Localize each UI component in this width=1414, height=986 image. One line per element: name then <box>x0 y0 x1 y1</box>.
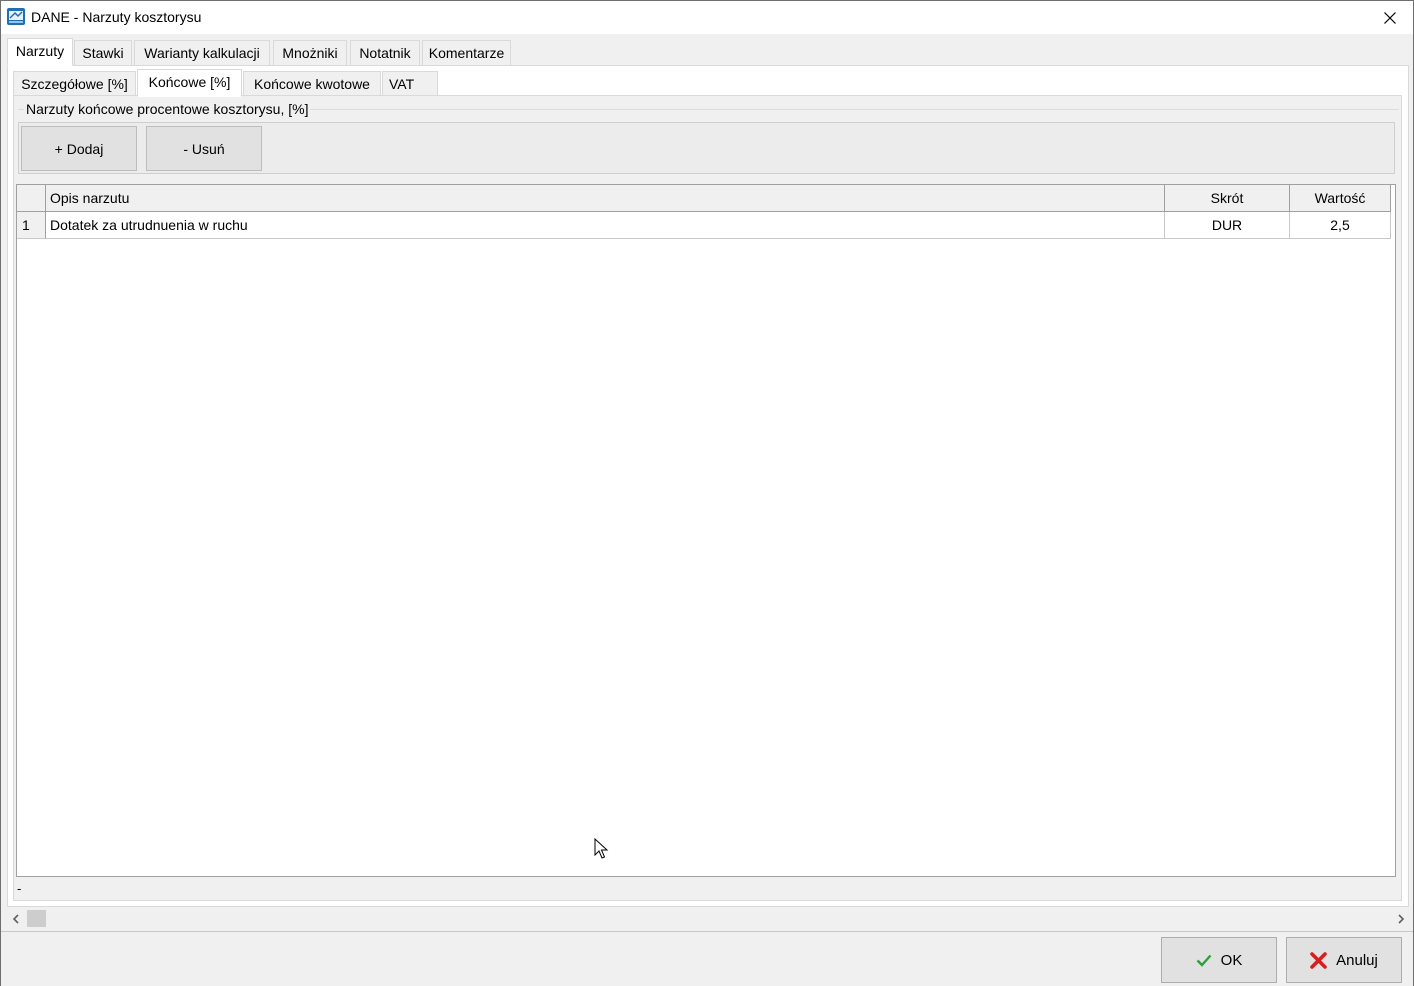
check-icon <box>1196 954 1212 967</box>
footer-bar: OK Anuluj <box>1 931 1413 986</box>
tab-stawki[interactable]: Stawki <box>74 40 132 66</box>
scroll-right-button[interactable] <box>1392 908 1409 929</box>
cell-wartosc[interactable]: 2,5 <box>1290 212 1391 238</box>
column-header-wartosc[interactable]: Wartość <box>1290 185 1391 211</box>
chevron-left-icon <box>12 913 19 924</box>
horizontal-scrollbar[interactable] <box>7 908 1409 929</box>
tab-koncowe[interactable]: Końcowe [%] <box>137 69 242 97</box>
tab-szczegolowe[interactable]: Szczegółowe [%] <box>13 71 136 97</box>
tab-narzuty[interactable]: Narzuty <box>7 38 73 66</box>
tab-koncowe-kwotowe[interactable]: Końcowe kwotowe <box>243 71 381 97</box>
status-text: - <box>17 881 22 896</box>
cell-opis[interactable]: Dotatek za utrudnuenia w ruchu <box>46 212 1165 238</box>
column-header-opis[interactable]: Opis narzutu <box>46 185 1165 211</box>
tab-vat[interactable]: VAT <box>382 71 438 97</box>
chevron-right-icon <box>1397 913 1404 924</box>
cancel-label: Anuluj <box>1336 951 1378 969</box>
close-button[interactable] <box>1367 1 1413 34</box>
data-grid[interactable]: Opis narzutu Skrót Wartość 1 Dotatek za … <box>16 184 1396 877</box>
grid-header: Opis narzutu Skrót Wartość <box>17 185 1391 212</box>
tab-warianty-kalkulacji[interactable]: Warianty kalkulacji <box>134 40 270 66</box>
tab-komentarze[interactable]: Komentarze <box>422 40 511 66</box>
main-tab-page: Szczegółowe [%] Końcowe [%] Końcowe kwot… <box>7 65 1409 907</box>
cancel-button[interactable]: Anuluj <box>1286 937 1402 983</box>
app-icon <box>7 8 25 25</box>
header-row-number <box>17 185 46 211</box>
add-button[interactable]: + Dodaj <box>21 126 137 171</box>
sub-tab-page: Narzuty końcowe procentowe kosztorysu, [… <box>13 95 1402 901</box>
dialog-window: DANE - Narzuty kosztorysu Narzuty Stawki… <box>0 0 1414 986</box>
cell-skrot[interactable]: DUR <box>1165 212 1290 238</box>
table-row[interactable]: 1 Dotatek za utrudnuenia w ruchu DUR 2,5 <box>17 212 1391 239</box>
red-x-icon <box>1310 951 1327 969</box>
toolbar: + Dodaj - Usuń <box>18 122 1395 174</box>
tab-notatnik[interactable]: Notatnik <box>350 40 420 66</box>
tab-mnozniki[interactable]: Mnożniki <box>273 40 347 66</box>
ok-label: OK <box>1220 951 1243 969</box>
group-title: Narzuty końcowe procentowe kosztorysu, [… <box>24 101 311 117</box>
column-header-skrot[interactable]: Skrót <box>1165 185 1290 211</box>
scroll-left-button[interactable] <box>7 908 24 929</box>
remove-button[interactable]: - Usuń <box>146 126 262 171</box>
window-title: DANE - Narzuty kosztorysu <box>31 9 202 25</box>
row-number: 1 <box>17 212 46 238</box>
mouse-cursor-icon <box>594 838 609 859</box>
close-icon <box>1384 11 1396 24</box>
ok-button[interactable]: OK <box>1161 937 1277 983</box>
title-bar: DANE - Narzuty kosztorysu <box>1 1 1413 34</box>
scroll-thumb[interactable] <box>27 910 46 927</box>
